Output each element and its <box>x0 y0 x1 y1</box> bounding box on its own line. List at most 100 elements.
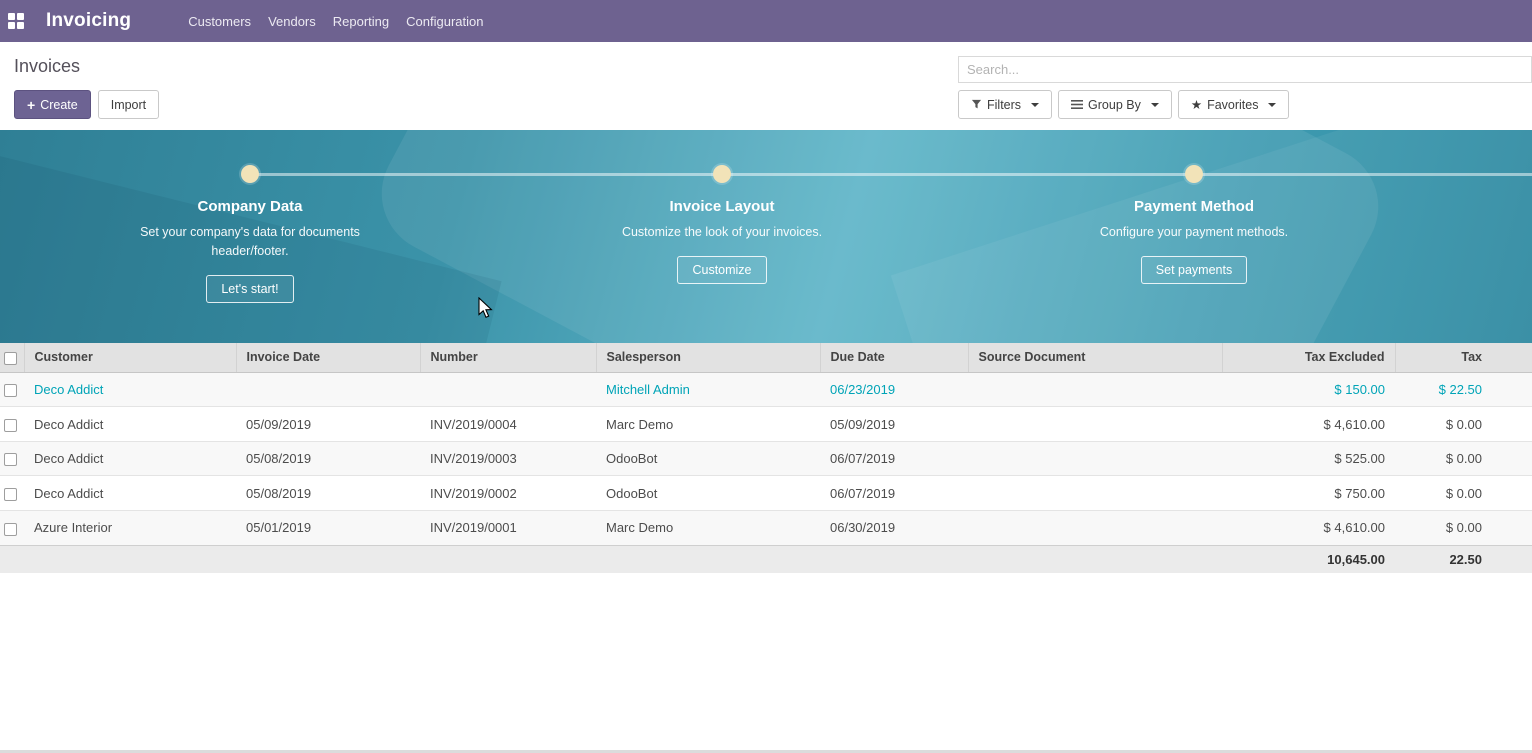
filter-icon <box>971 99 982 110</box>
step-title: Payment Method <box>974 198 1414 215</box>
page-title: Invoices <box>14 56 942 77</box>
navbar-menu-item[interactable]: Customers <box>188 14 251 29</box>
create-button-label: Create <box>40 98 78 112</box>
step-dot-icon <box>1185 165 1203 183</box>
step-action-button[interactable]: Customize <box>677 256 766 284</box>
group-by-button[interactable]: Group By <box>1058 90 1172 119</box>
search-input[interactable] <box>958 56 1532 83</box>
cell-tax: $ 0.00 <box>1395 407 1532 442</box>
onboarding-steps: Company Data Set your company's data for… <box>0 130 1532 303</box>
filters-button[interactable]: Filters <box>958 90 1052 119</box>
apps-menu-icon[interactable] <box>8 13 24 29</box>
col-header-tax-excluded[interactable]: Tax Excluded <box>1222 343 1395 372</box>
cell-source-document <box>968 372 1222 407</box>
cell-invoice-date: 05/01/2019 <box>236 510 420 545</box>
cell-tax: $ 22.50 <box>1395 372 1532 407</box>
step-description: Set your company's data for documents he… <box>115 223 385 261</box>
invoice-row[interactable]: Azure Interior 05/01/2019 INV/2019/0001 … <box>0 510 1532 545</box>
cell-source-document <box>968 407 1222 442</box>
cell-customer: Azure Interior <box>24 510 236 545</box>
caret-down-icon <box>1031 103 1039 107</box>
total-tax-excluded: 10,645.00 <box>1222 545 1395 573</box>
select-all-cell <box>0 343 24 372</box>
cell-customer: Deco Addict <box>24 476 236 511</box>
invoice-list-view: Customer Invoice Date Number Salesperson… <box>0 343 1532 573</box>
cell-invoice-date <box>236 372 420 407</box>
navbar-menus: Customers Vendors Reporting Configuratio… <box>188 14 483 29</box>
cell-source-document <box>968 441 1222 476</box>
plus-icon: + <box>27 98 35 112</box>
cell-invoice-date: 05/08/2019 <box>236 441 420 476</box>
cell-source-document <box>968 510 1222 545</box>
row-checkbox[interactable] <box>4 453 17 466</box>
cell-tax-excluded: $ 4,610.00 <box>1222 407 1395 442</box>
filters-button-label: Filters <box>987 98 1021 112</box>
cell-due-date: 06/23/2019 <box>820 372 968 407</box>
col-header-tax[interactable]: Tax <box>1395 343 1532 372</box>
row-checkbox[interactable] <box>4 384 17 397</box>
cell-customer: Deco Addict <box>24 441 236 476</box>
step-dot-icon <box>713 165 731 183</box>
import-button[interactable]: Import <box>98 90 159 119</box>
col-header-number[interactable]: Number <box>420 343 596 372</box>
col-header-due-date[interactable]: Due Date <box>820 343 968 372</box>
invoice-row[interactable]: Deco Addict 05/08/2019 INV/2019/0002 Odo… <box>0 476 1532 511</box>
invoice-row[interactable]: Deco Addict 05/08/2019 INV/2019/0003 Odo… <box>0 441 1532 476</box>
row-select-cell <box>0 476 24 511</box>
col-header-customer[interactable]: Customer <box>24 343 236 372</box>
favorites-button-label: Favorites <box>1207 98 1258 112</box>
table-header-row: Customer Invoice Date Number Salesperson… <box>0 343 1532 372</box>
group-by-button-label: Group By <box>1088 98 1141 112</box>
row-checkbox[interactable] <box>4 488 17 501</box>
cell-source-document <box>968 476 1222 511</box>
cell-invoice-date: 05/08/2019 <box>236 476 420 511</box>
cell-tax-excluded: $ 750.00 <box>1222 476 1395 511</box>
cell-number: INV/2019/0002 <box>420 476 596 511</box>
navbar-menu-item[interactable]: Vendors <box>268 14 316 29</box>
onboarding-banner: Company Data Set your company's data for… <box>0 130 1532 343</box>
col-header-source-document[interactable]: Source Document <box>968 343 1222 372</box>
favorites-button[interactable]: ★ Favorites <box>1178 90 1290 119</box>
cell-invoice-date: 05/09/2019 <box>236 407 420 442</box>
cell-due-date: 05/09/2019 <box>820 407 968 442</box>
cell-due-date: 06/07/2019 <box>820 476 968 511</box>
cell-tax: $ 0.00 <box>1395 510 1532 545</box>
col-header-salesperson[interactable]: Salesperson <box>596 343 820 372</box>
navbar-menu-item[interactable]: Configuration <box>406 14 483 29</box>
invoice-table: Customer Invoice Date Number Salesperson… <box>0 343 1532 573</box>
step-action-button[interactable]: Let's start! <box>206 275 293 303</box>
cell-number: INV/2019/0003 <box>420 441 596 476</box>
invoice-rows: Deco Addict Mitchell Admin 06/23/2019 $ … <box>0 372 1532 545</box>
invoice-row[interactable]: Deco Addict 05/09/2019 INV/2019/0004 Mar… <box>0 407 1532 442</box>
invoice-row[interactable]: Deco Addict Mitchell Admin 06/23/2019 $ … <box>0 372 1532 407</box>
step-action-button[interactable]: Set payments <box>1141 256 1247 284</box>
caret-down-icon <box>1268 103 1276 107</box>
cell-tax-excluded: $ 150.00 <box>1222 372 1395 407</box>
cell-due-date: 06/30/2019 <box>820 510 968 545</box>
row-select-cell <box>0 510 24 545</box>
onboarding-step: Company Data Set your company's data for… <box>30 165 470 303</box>
row-checkbox[interactable] <box>4 523 17 536</box>
navbar-menu-item[interactable]: Reporting <box>333 14 389 29</box>
col-header-invoice-date[interactable]: Invoice Date <box>236 343 420 372</box>
cell-salesperson: Mitchell Admin <box>596 372 820 407</box>
row-select-cell <box>0 372 24 407</box>
row-select-cell <box>0 407 24 442</box>
step-title: Company Data <box>30 198 470 215</box>
cell-salesperson: Marc Demo <box>596 407 820 442</box>
create-button[interactable]: + Create <box>14 90 91 119</box>
cell-due-date: 06/07/2019 <box>820 441 968 476</box>
cell-number: INV/2019/0001 <box>420 510 596 545</box>
app-title[interactable]: Invoicing <box>46 10 131 32</box>
cell-number: INV/2019/0004 <box>420 407 596 442</box>
totals-row: 10,645.00 22.50 <box>0 545 1532 573</box>
cell-tax: $ 0.00 <box>1395 476 1532 511</box>
cell-salesperson: OdooBot <box>596 476 820 511</box>
cell-customer: Deco Addict <box>24 372 236 407</box>
cell-salesperson: OdooBot <box>596 441 820 476</box>
total-tax: 22.50 <box>1395 545 1532 573</box>
caret-down-icon <box>1151 103 1159 107</box>
select-all-checkbox[interactable] <box>4 352 17 365</box>
row-checkbox[interactable] <box>4 419 17 432</box>
cell-customer: Deco Addict <box>24 407 236 442</box>
